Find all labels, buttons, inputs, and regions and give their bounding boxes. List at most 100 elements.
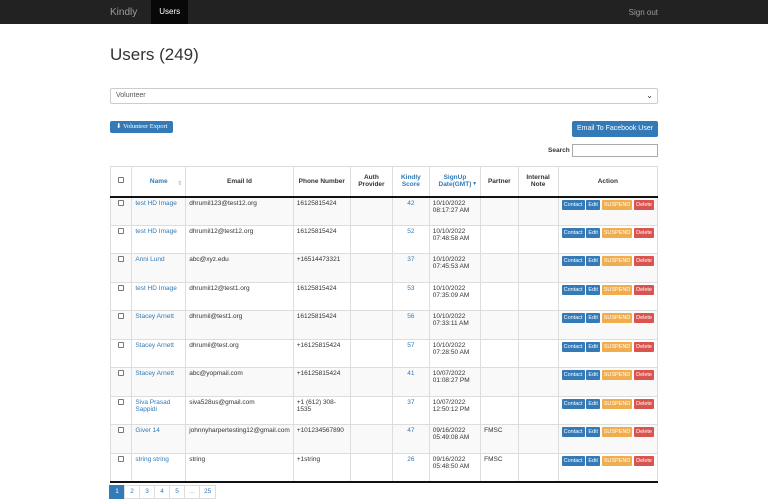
brand-logo[interactable]: Kindly (110, 7, 137, 18)
search-input[interactable] (572, 144, 658, 157)
suspend-button[interactable]: SUSPEND (601, 427, 633, 437)
user-email: johnnyharpertesting12@gmail.com (185, 424, 294, 454)
user-internal-note (517, 224, 559, 254)
row-checkbox[interactable] (118, 341, 125, 348)
user-name-link[interactable]: Giver 14 (131, 424, 187, 454)
contact-button[interactable]: Contact (561, 284, 585, 295)
user-name-link[interactable]: Anni Lund (131, 253, 187, 283)
row-checkbox[interactable] (118, 455, 125, 462)
user-name-link[interactable]: Stacey Arnett (131, 367, 187, 397)
delete-button[interactable]: Delete (634, 427, 654, 437)
header-phone: Phone Number (292, 166, 351, 198)
user-score[interactable]: 37 (391, 253, 430, 283)
user-score[interactable]: 42 (391, 196, 430, 226)
suspend-button[interactable]: SUSPEND (601, 398, 633, 409)
edit-button[interactable]: Edit (586, 256, 600, 266)
edit-button[interactable]: Edit (586, 313, 600, 323)
edit-button[interactable]: Edit (586, 427, 600, 437)
edit-button[interactable]: Edit (586, 455, 600, 466)
delete-button[interactable]: Delete (634, 398, 654, 409)
page-link[interactable]: 4 (154, 485, 170, 499)
edit-button[interactable]: Edit (586, 199, 600, 210)
page-link[interactable]: 25 (199, 485, 217, 499)
user-email: dhrumil12@test12.org (185, 224, 294, 254)
row-checkbox[interactable] (118, 227, 125, 234)
user-name-link[interactable]: Stacey Arnett (131, 310, 187, 340)
row-checkbox[interactable] (118, 313, 125, 319)
user-name-link[interactable]: test HD Image (131, 196, 187, 226)
suspend-button[interactable]: SUSPEND (601, 284, 633, 295)
suspend-button[interactable]: SUSPEND (601, 199, 633, 210)
user-name-link[interactable]: test HD Image (131, 224, 187, 254)
delete-button[interactable]: Delete (634, 284, 654, 295)
user-internal-note (517, 424, 559, 454)
user-name-link[interactable]: Siva Prasad Sappidi (131, 395, 187, 425)
user-score[interactable]: 52 (391, 224, 430, 254)
user-score[interactable]: 56 (391, 310, 430, 340)
user-score[interactable]: 47 (391, 424, 430, 454)
page-link[interactable]: 5 (169, 485, 185, 499)
header-score[interactable]: Kindly Score (391, 166, 430, 198)
edit-button[interactable]: Edit (586, 284, 600, 295)
user-type-select[interactable]: Volunteer ⌄ (110, 88, 658, 104)
contact-button[interactable]: Contact (561, 370, 585, 380)
delete-button[interactable]: Delete (634, 313, 654, 323)
user-phone: 16125815424 (292, 281, 351, 311)
signout-link[interactable]: Sign out (629, 8, 658, 17)
suspend-button[interactable]: SUSPEND (601, 256, 633, 266)
row-checkbox[interactable] (118, 284, 125, 291)
delete-button[interactable]: Delete (634, 341, 654, 352)
user-score[interactable]: 41 (391, 367, 430, 397)
delete-button[interactable]: Delete (634, 370, 654, 380)
suspend-button[interactable]: SUSPEND (601, 313, 633, 323)
user-name-link[interactable]: test HD Image (131, 281, 187, 311)
edit-button[interactable]: Edit (586, 227, 600, 238)
contact-button[interactable]: Contact (561, 455, 585, 466)
header-signup[interactable]: SignUp Date(GMT) ▼ (428, 166, 482, 198)
user-name-link[interactable]: string string (131, 452, 187, 483)
pagination: 1 2 3 4 5 ... 25 (109, 485, 217, 499)
user-name-link[interactable]: Stacey Arnett (131, 338, 187, 368)
user-score[interactable]: 26 (391, 452, 430, 483)
row-checkbox[interactable] (118, 427, 125, 433)
suspend-button[interactable]: SUSPEND (601, 455, 633, 466)
user-auth-provider (349, 253, 393, 283)
page-link[interactable]: 2 (124, 485, 140, 499)
user-score[interactable]: 57 (391, 338, 430, 368)
contact-button[interactable]: Contact (561, 199, 585, 210)
user-email: dhrumil12@test1.org (185, 281, 294, 311)
contact-button[interactable]: Contact (561, 341, 585, 352)
delete-button[interactable]: Delete (634, 227, 654, 238)
contact-button[interactable]: Contact (561, 313, 585, 323)
row-checkbox[interactable] (118, 370, 125, 376)
user-email: abc@yopmail.com (185, 367, 294, 397)
header-name[interactable]: Name ⇕ (131, 166, 187, 198)
edit-button[interactable]: Edit (586, 370, 600, 380)
row-checkbox[interactable] (118, 398, 125, 405)
delete-button[interactable]: Delete (634, 455, 654, 466)
contact-button[interactable]: Contact (561, 427, 585, 437)
volunteer-export-button[interactable]: ⬇ Volunteer Export (110, 121, 174, 133)
email-facebook-user-button[interactable]: Email To Facebook User (572, 121, 658, 137)
user-score[interactable]: 53 (391, 281, 430, 311)
user-signup-date: 10/10/2022 07:28:50 AM (428, 338, 482, 368)
delete-button[interactable]: Delete (634, 256, 654, 266)
delete-button[interactable]: Delete (634, 199, 654, 210)
page-link[interactable]: 3 (139, 485, 155, 499)
suspend-button[interactable]: SUSPEND (601, 341, 633, 352)
contact-button[interactable]: Contact (561, 227, 585, 238)
row-checkbox[interactable] (118, 199, 125, 206)
nav-item-users[interactable]: Users (151, 0, 189, 24)
user-auth-provider (349, 367, 393, 397)
row-checkbox[interactable] (118, 256, 125, 262)
user-signup-date: 10/10/2022 07:33:11 AM (428, 310, 482, 340)
contact-button[interactable]: Contact (561, 256, 585, 266)
edit-button[interactable]: Edit (586, 398, 600, 409)
suspend-button[interactable]: SUSPEND (601, 370, 633, 380)
user-score[interactable]: 37 (391, 395, 430, 425)
select-all-checkbox[interactable] (118, 177, 125, 184)
contact-button[interactable]: Contact (561, 398, 585, 409)
suspend-button[interactable]: SUSPEND (601, 227, 633, 238)
page-link[interactable]: 1 (109, 485, 125, 499)
edit-button[interactable]: Edit (586, 341, 600, 352)
